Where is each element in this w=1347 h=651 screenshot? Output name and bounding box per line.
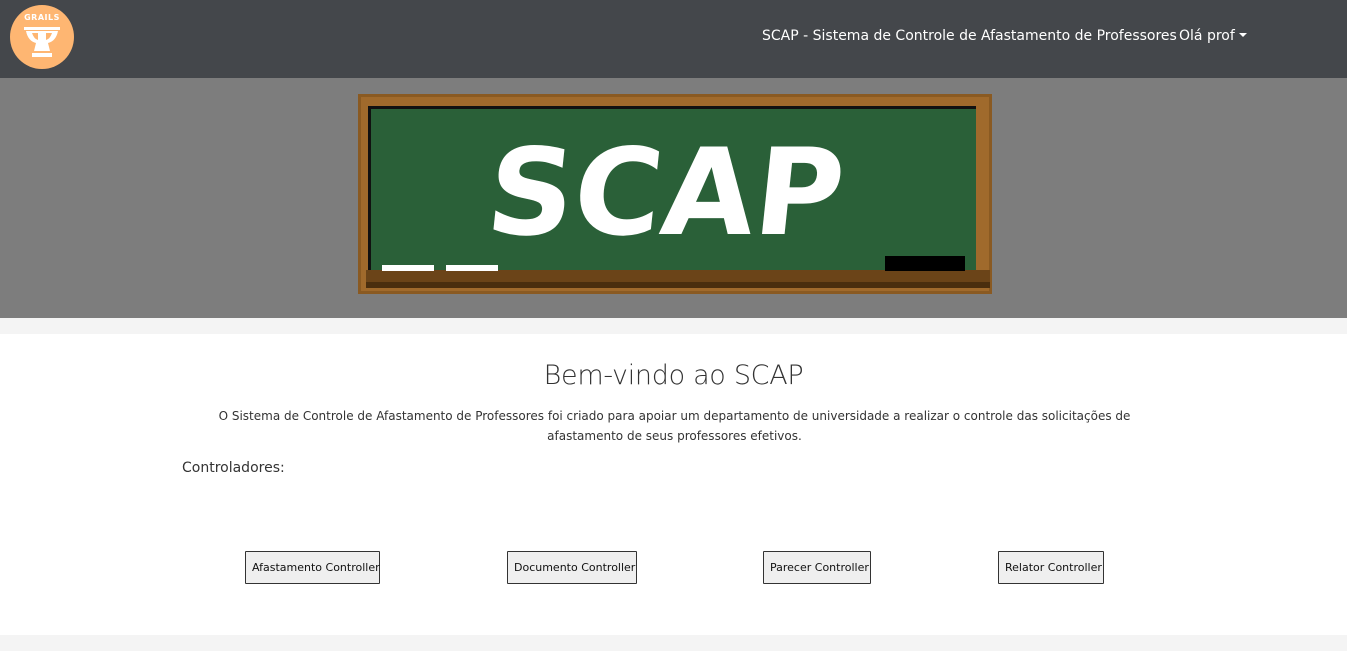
afastamento-controller-button[interactable]: Afastamento Controller: [245, 551, 380, 584]
page-title: Bem-vindo ao SCAP: [543, 360, 804, 391]
relator-controller-button[interactable]: Relator Controller: [998, 551, 1104, 584]
grails-logo[interactable]: GRAILS: [10, 5, 74, 69]
description-text: O Sistema de Controle de Afastamento de …: [218, 409, 1131, 443]
caret-down-icon: [1238, 32, 1247, 37]
board-text: SCAP: [481, 123, 851, 263]
chalkboard-image: SCAP: [358, 94, 992, 294]
banner: SCAP: [0, 78, 1347, 318]
main-content: Bem-vindo ao SCAP O Sistema de Controle …: [0, 334, 1347, 635]
controllers-label: Controladores:: [182, 460, 285, 476]
grails-cup-icon: [24, 27, 60, 57]
user-menu-dropdown[interactable]: Olá prof: [1179, 28, 1247, 44]
user-menu-label: Olá prof: [1179, 28, 1235, 44]
app-title-link[interactable]: SCAP - Sistema de Controle de Afastament…: [762, 28, 1177, 44]
documento-controller-button[interactable]: Documento Controller: [507, 551, 637, 584]
top-navbar: GRAILS SCAP - Sistema de Controle de Afa…: [0, 0, 1347, 78]
parecer-controller-button[interactable]: Parecer Controller: [763, 551, 871, 584]
